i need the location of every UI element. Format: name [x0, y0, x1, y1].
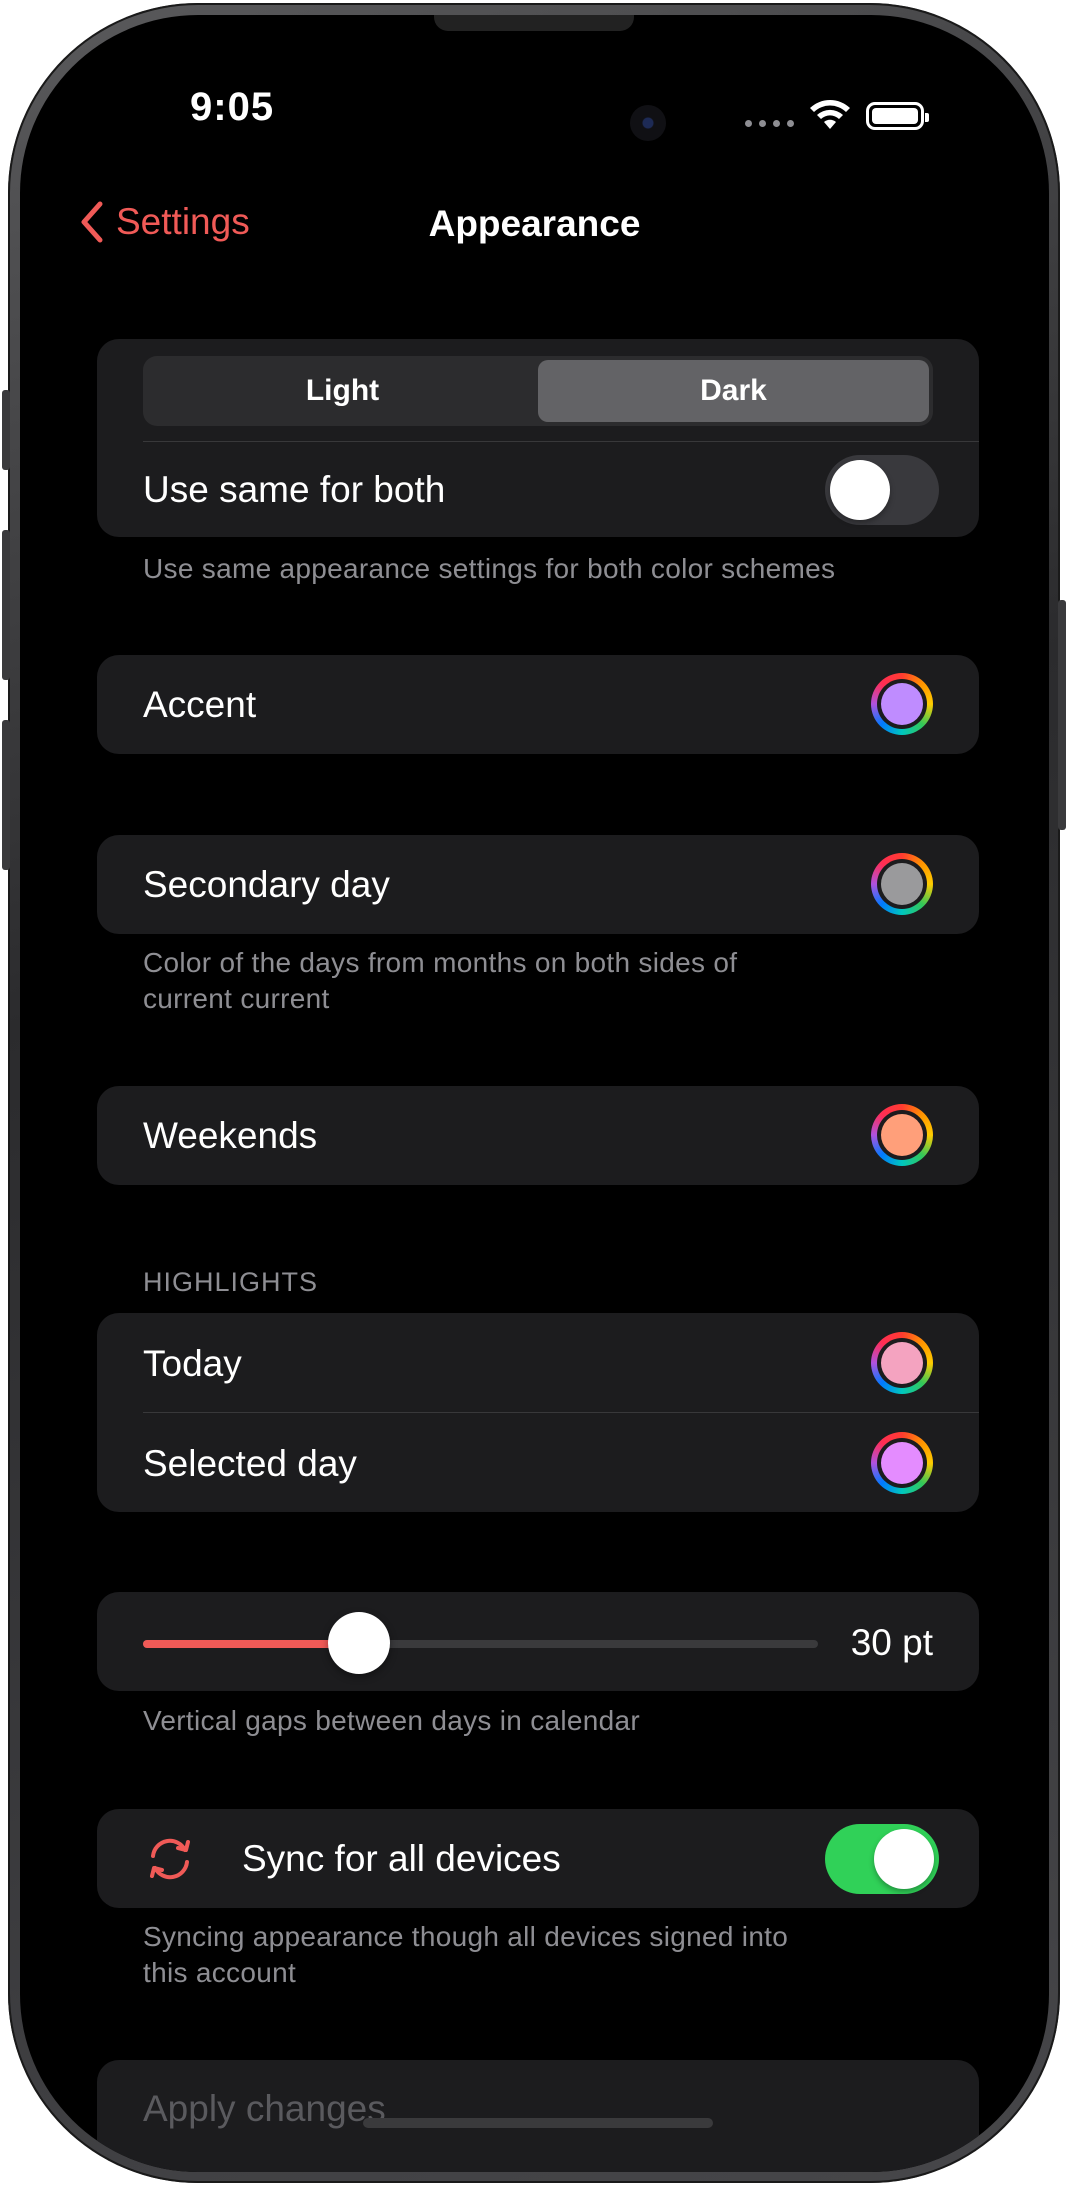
highlights-card: Today Selected day — [97, 1313, 979, 1512]
top-sensor — [434, 15, 634, 31]
home-indicator[interactable] — [363, 2118, 713, 2128]
weekends-color-dot — [881, 1114, 923, 1156]
divider — [143, 1412, 979, 1413]
gap-slider-fill — [143, 1640, 359, 1648]
sync-footnote-line1: Syncing appearance though all devices si… — [143, 1921, 789, 1952]
selected-day-color-well[interactable] — [871, 1432, 933, 1494]
page-title: Appearance — [428, 203, 641, 244]
segment-dark[interactable]: Dark — [538, 360, 929, 422]
same-for-both-toggle[interactable] — [825, 455, 939, 525]
secondary-day-footnote-line2: current current — [143, 983, 330, 1014]
weekends-color-well[interactable] — [871, 1104, 933, 1166]
secondary-day-label: Secondary day — [143, 864, 390, 905]
secondary-day-color-dot — [881, 863, 923, 905]
battery-icon — [866, 102, 929, 130]
accent-color-dot — [881, 683, 923, 725]
today-color-dot — [881, 1342, 923, 1384]
apply-changes-button[interactable]: Apply changes — [97, 2060, 979, 2172]
selected-day-color-dot — [881, 1442, 923, 1484]
sync-toggle[interactable] — [825, 1824, 939, 1894]
today-label: Today — [143, 1343, 242, 1384]
accent-row[interactable]: Accent — [97, 655, 979, 754]
gap-slider-footnote: Vertical gaps between days in calendar — [143, 1705, 641, 1736]
selected-day-label: Selected day — [143, 1443, 357, 1484]
sync-label: Sync for all devices — [242, 1838, 561, 1879]
action-button — [2, 390, 10, 470]
gap-slider-card: 30 pt — [97, 1592, 979, 1691]
status-time: 9:05 — [190, 85, 275, 129]
secondary-day-color-well[interactable] — [871, 853, 933, 915]
weekends-label: Weekends — [143, 1115, 318, 1156]
secondary-day-footnote-line1: Color of the days from months on both si… — [143, 947, 738, 978]
accent-label: Accent — [143, 684, 257, 725]
same-for-both-label: Use same for both — [143, 469, 446, 510]
secondary-day-row[interactable]: Secondary day — [97, 835, 979, 934]
highlights-header: HIGHLIGHTS — [143, 1267, 319, 1297]
sync-footnote-line2: this account — [143, 1957, 297, 1988]
scheme-card: Light Dark Use same for both — [97, 339, 979, 537]
apply-changes-label: Apply changes — [143, 2088, 386, 2129]
volume-down-button — [2, 720, 10, 870]
weekends-row[interactable]: Weekends — [97, 1086, 979, 1185]
gap-slider-thumb[interactable] — [328, 1612, 390, 1674]
scheme-footnote: Use same appearance settings for both co… — [143, 553, 836, 584]
status-icons — [745, 99, 929, 133]
divider — [143, 441, 979, 442]
gap-slider-value: 30 pt — [850, 1622, 933, 1663]
wifi-icon — [810, 100, 850, 129]
front-camera — [630, 105, 666, 141]
signal-icon — [745, 119, 794, 127]
accent-color-well[interactable] — [871, 673, 933, 735]
power-button — [1058, 600, 1066, 830]
gap-slider-track[interactable] — [143, 1640, 818, 1648]
segment-light[interactable]: Light — [147, 360, 538, 422]
screen: 9:05 Settings Appearance Light Dark Use … — [20, 15, 1049, 2172]
sync-row: Sync for all devices — [97, 1809, 979, 1908]
volume-up-button — [2, 530, 10, 680]
scheme-segmented-control: Light Dark — [143, 356, 933, 426]
sync-icon — [150, 1838, 190, 1880]
today-color-well[interactable] — [871, 1332, 933, 1394]
